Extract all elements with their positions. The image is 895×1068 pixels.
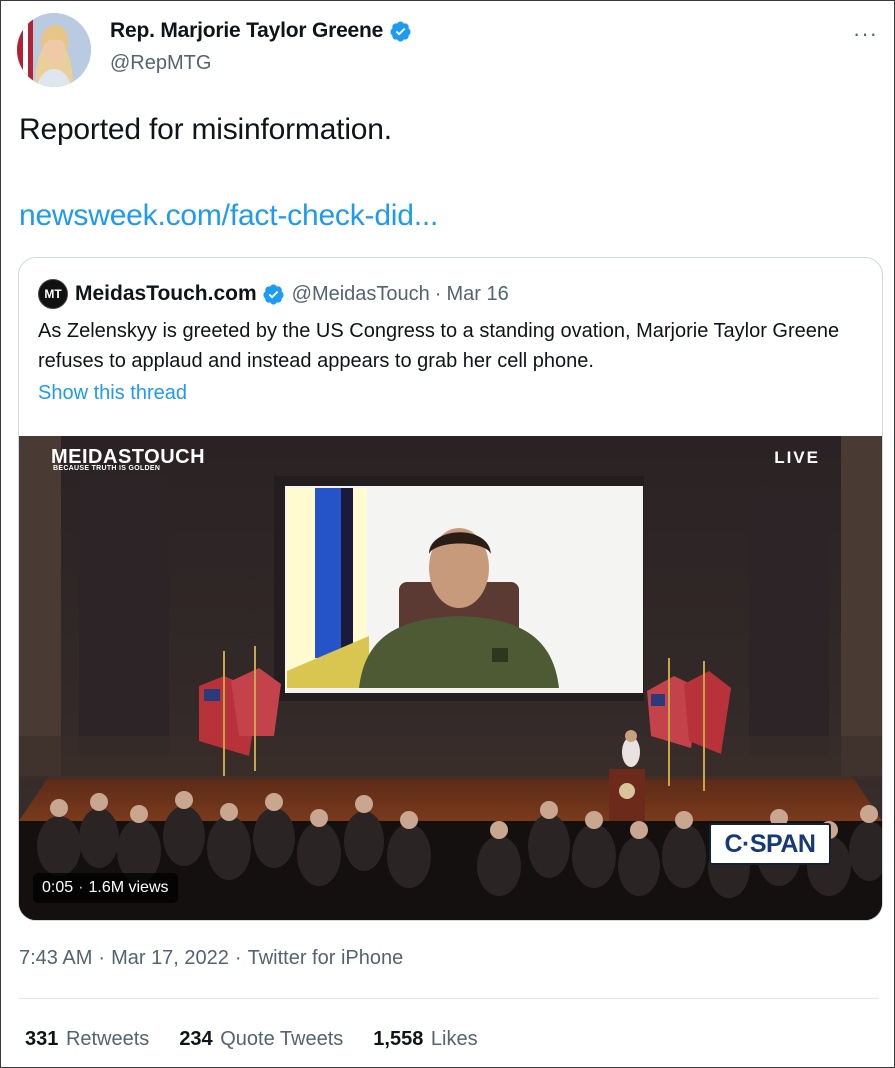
likes-count: 1,558 <box>373 1028 424 1050</box>
author-handle[interactable]: @RepMTG <box>110 52 211 75</box>
quoted-verified-badge-icon <box>263 283 284 305</box>
tweet-card: Rep. Marjorie Taylor Greene @RepMTG ··· … <box>0 0 895 1068</box>
quoted-author-avatar[interactable]: MT <box>38 279 68 309</box>
quoted-author-name[interactable]: MeidasTouch.com <box>75 282 257 306</box>
tweet-stats: 331 Retweets 234 Quote Tweets 1,558 Like… <box>25 1028 508 1051</box>
author-name-row[interactable]: Rep. Marjorie Taylor Greene <box>110 19 412 43</box>
views-separator: · <box>78 879 84 896</box>
quoted-tweet[interactable]: MT MeidasTouch.com @MeidasTouch · Mar 16… <box>18 257 883 921</box>
quote-tweets-count: 234 <box>179 1028 213 1050</box>
tweet-text: Reported for misinformation. <box>19 113 392 146</box>
video-duration: 0:05 <box>42 879 74 896</box>
likes-stat[interactable]: 1,558 Likes <box>373 1028 477 1051</box>
likes-label: Likes <box>430 1028 478 1050</box>
show-thread-link[interactable]: Show this thread <box>38 382 187 405</box>
cspan-logo: C·SPAN <box>709 823 831 865</box>
verified-badge-icon <box>390 20 411 42</box>
tweet-source[interactable]: Twitter for iPhone <box>248 947 404 969</box>
video-views: 1.6M views <box>88 879 169 896</box>
quoted-tweet-text: As Zelenskyy is greeted by the US Congre… <box>38 320 840 372</box>
author-name[interactable]: Rep. Marjorie Taylor Greene <box>110 19 383 43</box>
tweet-meta: 7:43 AM · Mar 17, 2022 · Twitter for iPhone <box>19 947 403 970</box>
video-player[interactable]: MEIDASTOUCH BECAUSE TRUTH IS GOLDEN LIVE… <box>19 436 882 920</box>
tweet-link[interactable]: newsweek.com/fact-check-did... <box>19 199 438 233</box>
quoted-date[interactable]: Mar 16 <box>446 283 508 306</box>
meta-separator: · <box>98 947 106 969</box>
quote-tweets-stat[interactable]: 234 Quote Tweets <box>179 1028 343 1051</box>
quoted-author-handle[interactable]: @MeidasTouch <box>292 283 430 306</box>
watermark-subtitle: BECAUSE TRUTH IS GOLDEN <box>53 465 161 472</box>
more-options-icon[interactable]: ··· <box>853 21 878 47</box>
retweets-stat[interactable]: 331 Retweets <box>25 1028 149 1051</box>
quote-tweets-label: Quote Tweets <box>220 1028 344 1050</box>
quoted-separator: · <box>434 282 442 305</box>
tweet-date[interactable]: Mar 17, 2022 <box>111 947 229 969</box>
tweet-time[interactable]: 7:43 AM <box>19 947 92 969</box>
author-avatar[interactable] <box>17 13 91 87</box>
video-views-badge: 0:05 · 1.6M views <box>33 873 178 903</box>
meta-separator: · <box>234 947 242 969</box>
divider <box>19 998 879 999</box>
retweets-count: 331 <box>25 1028 59 1050</box>
retweets-label: Retweets <box>65 1028 150 1050</box>
quoted-tweet-header: MT MeidasTouch.com @MeidasTouch · Mar 16 <box>38 279 509 309</box>
live-label: LIVE <box>774 448 820 467</box>
